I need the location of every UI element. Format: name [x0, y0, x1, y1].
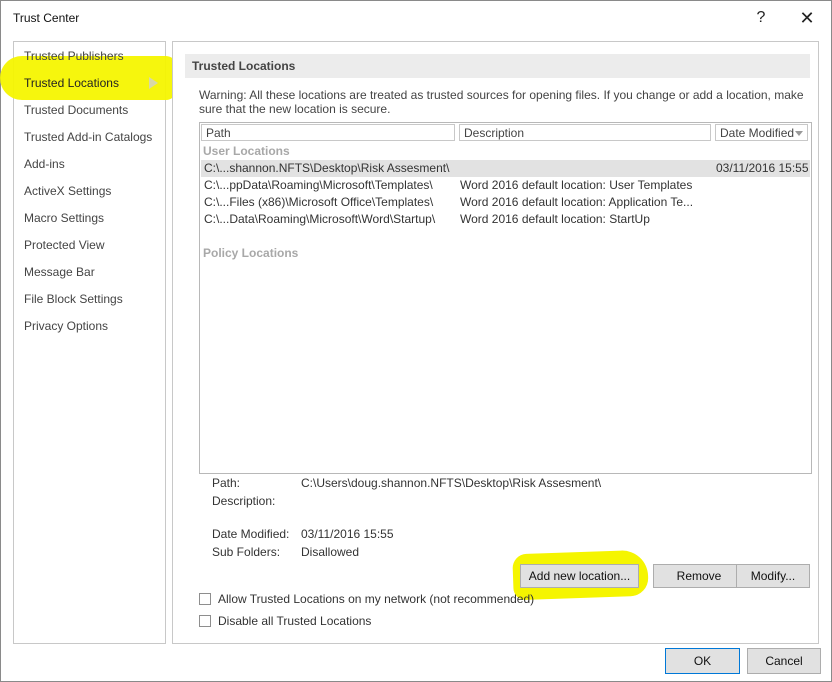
modify-button[interactable]: Modify...	[736, 564, 810, 588]
policy-locations-label: Policy Locations	[203, 246, 299, 260]
locations-list[interactable]: Path Description Date Modified User Loca…	[199, 122, 812, 474]
row-path: C:\...Data\Roaming\Microsoft\Word\Startu…	[204, 212, 436, 226]
column-header-date-label: Date Modified	[720, 126, 795, 140]
sidebar-item-protected-view[interactable]: Protected View	[14, 234, 165, 256]
detail-date-label: Date Modified:	[212, 527, 290, 541]
row-path: C:\...Files (x86)\Microsoft Office\Templ…	[204, 195, 434, 209]
add-new-location-button[interactable]: Add new location...	[520, 564, 639, 588]
row-description: Word 2016 default location: StartUp	[460, 212, 650, 226]
sort-down-icon	[795, 131, 803, 136]
table-row[interactable]: C:\...ppData\Roaming\Microsoft\Templates…	[201, 177, 810, 194]
allow-network-checkbox[interactable]: Allow Trusted Locations on my network (n…	[199, 592, 534, 608]
section-header: Trusted Locations	[185, 54, 810, 78]
row-date: 03/11/2016 15:55	[716, 161, 808, 175]
checkbox-box[interactable]	[199, 593, 211, 605]
help-button[interactable]: ?	[747, 7, 775, 29]
table-row[interactable]: C:\...Data\Roaming\Microsoft\Word\Startu…	[201, 211, 810, 228]
ok-button[interactable]: OK	[665, 648, 740, 674]
sidebar-item-trusted-documents[interactable]: Trusted Documents	[14, 99, 165, 121]
remove-button[interactable]: Remove	[653, 564, 745, 588]
section-title: Trusted Locations	[192, 59, 296, 73]
disable-all-checkbox[interactable]: Disable all Trusted Locations	[199, 614, 499, 630]
detail-description-label: Description:	[212, 494, 276, 508]
checkbox-label: Allow Trusted Locations on my network (n…	[218, 592, 535, 606]
checkbox-label: Disable all Trusted Locations	[218, 614, 372, 628]
column-header-path[interactable]: Path	[201, 124, 455, 141]
detail-path-label: Path:	[212, 476, 241, 490]
user-locations-label: User Locations	[203, 144, 290, 158]
sidebar-item-trusted-locations[interactable]: Trusted Locations	[14, 72, 165, 94]
detail-subfolders-value: Disallowed	[301, 545, 360, 559]
table-row[interactable]: C:\...shannon.NFTS\Desktop\Risk Assesmen…	[201, 160, 810, 177]
close-button[interactable]: ✕	[793, 7, 821, 29]
detail-subfolders-label: Sub Folders:	[212, 545, 281, 559]
table-row[interactable]: C:\...Files (x86)\Microsoft Office\Templ…	[201, 194, 810, 211]
row-path: C:\...ppData\Roaming\Microsoft\Templates…	[204, 178, 433, 192]
sidebar-item-macro-settings[interactable]: Macro Settings	[14, 207, 165, 229]
sidebar-item-message-bar[interactable]: Message Bar	[14, 261, 165, 283]
detail-path-value: C:\Users\doug.shannon.NFTS\Desktop\Risk …	[301, 476, 602, 490]
detail-date-value: 03/11/2016 15:55	[301, 527, 394, 541]
sidebar-item-privacy-options[interactable]: Privacy Options	[14, 315, 165, 337]
sidebar-item-addins[interactable]: Add-ins	[14, 153, 165, 175]
sidebar-nav: Trusted Publishers Trusted Locations Tru…	[0, 41, 176, 644]
checkbox-box[interactable]	[199, 615, 211, 627]
sidebar-item-file-block-settings[interactable]: File Block Settings	[14, 288, 165, 310]
warning-text: Warning: All these locations are treated…	[199, 88, 804, 116]
row-description: Word 2016 default location: Application …	[460, 195, 694, 209]
row-path: C:\...shannon.NFTS\Desktop\Risk Assesmen…	[204, 161, 450, 175]
main-panel: Trusted Locations Warning: All these loc…	[172, 41, 819, 644]
title-bar: Trust Center ? ✕	[1, 1, 831, 35]
column-header-date-modified[interactable]: Date Modified	[715, 124, 808, 141]
cancel-button[interactable]: Cancel	[747, 648, 821, 674]
dialog-title: Trust Center	[13, 11, 80, 25]
trust-center-dialog: Trust Center ? ✕ Trusted Publishers Trus…	[0, 0, 832, 682]
row-description: Word 2016 default location: User Templat…	[460, 178, 693, 192]
column-header-description[interactable]: Description	[459, 124, 711, 141]
sidebar-item-trusted-publishers[interactable]: Trusted Publishers	[14, 45, 165, 67]
sidebar-item-trusted-addin-catalogs[interactable]: Trusted Add-in Catalogs	[14, 126, 165, 148]
sidebar-item-activex-settings[interactable]: ActiveX Settings	[14, 180, 165, 202]
